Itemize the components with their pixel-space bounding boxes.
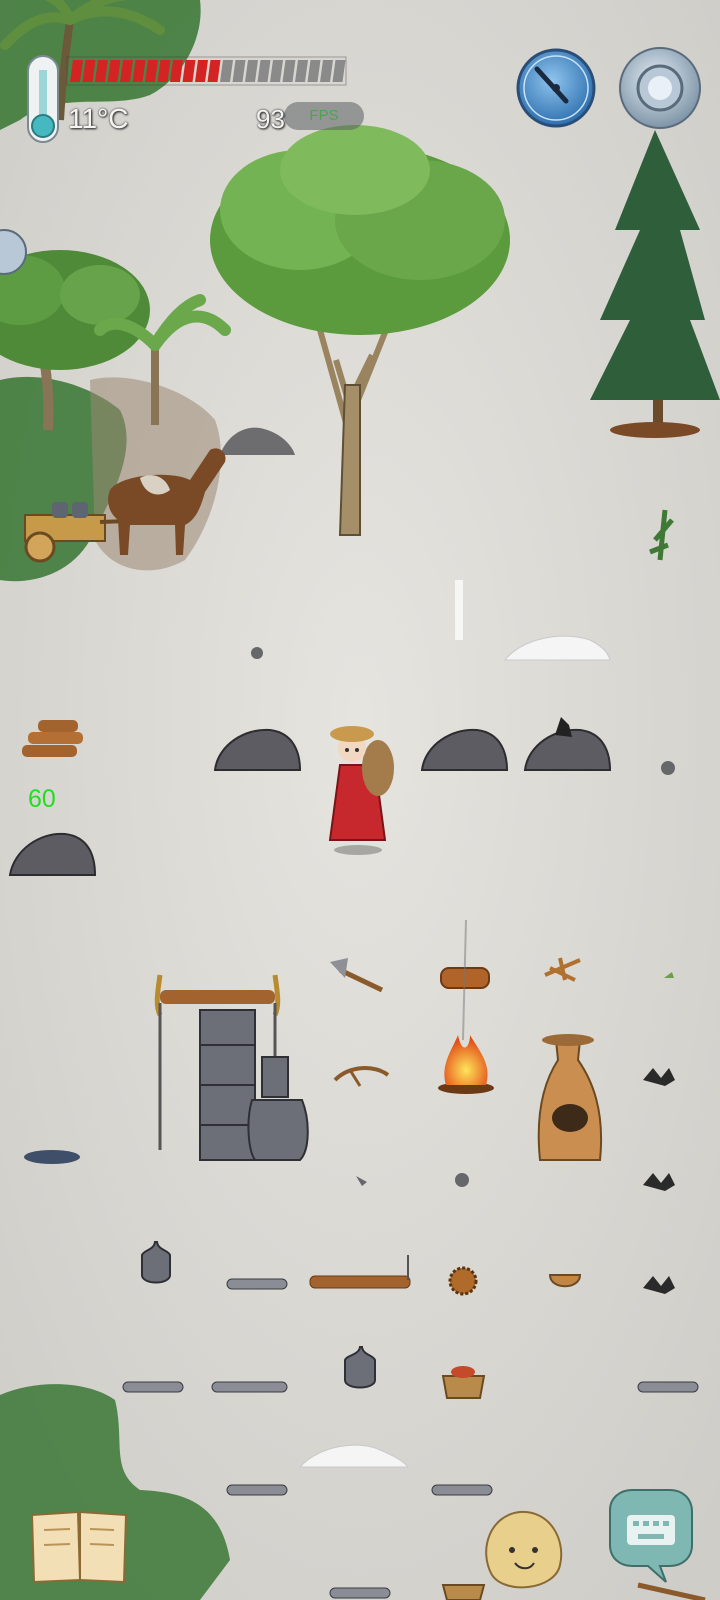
player-character[interactable] bbox=[328, 726, 394, 855]
burdock-seed[interactable] bbox=[448, 1266, 478, 1296]
iron-rod[interactable] bbox=[226, 1484, 288, 1496]
round-stone[interactable] bbox=[455, 1173, 469, 1187]
temperature-readout: 11°C bbox=[68, 103, 129, 134]
round-stone[interactable] bbox=[661, 761, 675, 775]
water-puddle[interactable] bbox=[24, 1150, 80, 1164]
iron-rod[interactable] bbox=[637, 1381, 699, 1393]
book-icon[interactable] bbox=[30, 1510, 128, 1584]
fps-badge: FPS bbox=[284, 102, 364, 130]
fps-value: 93 bbox=[256, 104, 285, 134]
basket-item[interactable] bbox=[441, 1584, 486, 1600]
iron-rod[interactable] bbox=[211, 1381, 288, 1393]
thermometer-icon bbox=[27, 55, 59, 143]
compass-icon[interactable] bbox=[516, 48, 596, 128]
gear-icon[interactable] bbox=[619, 47, 701, 129]
light-glare bbox=[455, 580, 463, 640]
iron-rod[interactable] bbox=[431, 1484, 493, 1496]
game-world[interactable] bbox=[0, 0, 720, 1600]
round-stone[interactable] bbox=[251, 647, 263, 659]
potato-face-icon[interactable] bbox=[485, 1510, 563, 1589]
iron-rod[interactable] bbox=[329, 1587, 391, 1599]
floating-counter: 60 bbox=[28, 785, 56, 813]
iron-rod[interactable] bbox=[226, 1278, 288, 1290]
iron-rod[interactable] bbox=[122, 1381, 184, 1393]
